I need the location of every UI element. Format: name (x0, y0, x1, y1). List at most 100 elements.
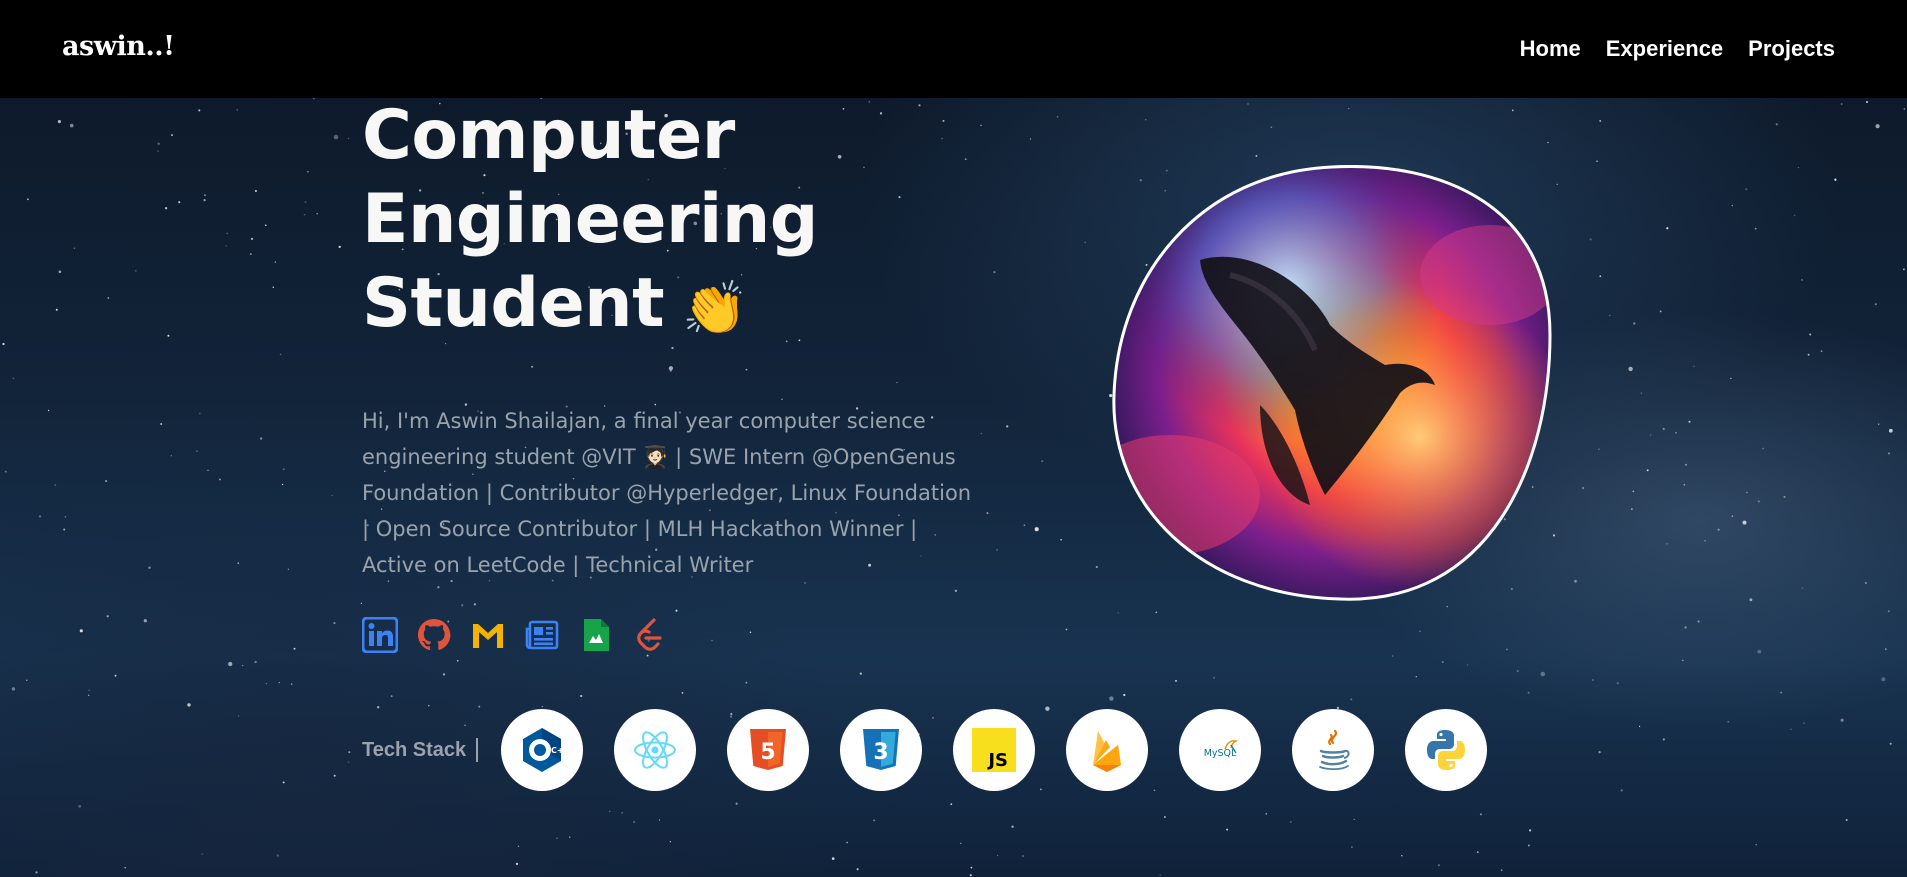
star (1467, 664, 1469, 666)
star (1801, 279, 1803, 281)
star (531, 365, 534, 368)
star (178, 201, 181, 204)
star (1845, 818, 1848, 822)
star (1757, 649, 1762, 654)
star (47, 409, 50, 412)
star (517, 845, 520, 848)
tech-badge-css3: 3 (840, 709, 923, 791)
star (105, 480, 108, 483)
hero-title-line-3-text: Student (362, 264, 665, 343)
star (201, 853, 203, 855)
star (1599, 119, 1602, 122)
star (347, 137, 350, 140)
star (863, 166, 865, 169)
mysql-icon: MySQL (1204, 740, 1239, 759)
star (993, 270, 996, 274)
star (1807, 353, 1810, 356)
star (1754, 227, 1757, 230)
star (1688, 420, 1691, 423)
star (1840, 718, 1844, 722)
star (204, 194, 206, 197)
star (1616, 681, 1619, 685)
star (348, 751, 351, 754)
star (203, 199, 206, 202)
star (170, 455, 172, 457)
tech-stack-row: Tech Stack C++ 5 3 JS MySQL (362, 709, 1488, 791)
star (1476, 851, 1479, 853)
star (668, 366, 674, 371)
star (1746, 491, 1748, 494)
star (1809, 333, 1812, 336)
star (1633, 322, 1636, 325)
star (278, 681, 280, 684)
star (1265, 813, 1267, 815)
star (1574, 579, 1577, 583)
star (868, 101, 871, 103)
star (282, 781, 285, 784)
star (621, 812, 624, 814)
star (228, 661, 233, 667)
star (1888, 452, 1890, 455)
star (478, 705, 481, 708)
nav-experience-link[interactable]: Experience (1606, 36, 1723, 62)
star (1727, 720, 1730, 723)
star (1659, 310, 1662, 313)
leetcode-icon[interactable] (632, 617, 668, 653)
star (970, 866, 973, 869)
star (1163, 816, 1166, 818)
star (1419, 630, 1421, 632)
resume-file-icon[interactable] (578, 617, 614, 653)
star (986, 512, 989, 515)
star (1022, 855, 1024, 857)
star (1640, 392, 1642, 394)
star (333, 134, 339, 140)
star (157, 150, 159, 153)
nav-projects-link[interactable]: Projects (1748, 36, 1835, 62)
star (1681, 659, 1684, 662)
python-icon (1427, 730, 1466, 770)
nav-home-link[interactable]: Home (1520, 36, 1581, 62)
star (461, 604, 464, 607)
star (1675, 432, 1677, 434)
brand-logo[interactable]: aswin..! (62, 31, 175, 62)
star (333, 622, 336, 625)
star (26, 679, 28, 681)
star (1479, 813, 1482, 816)
star (1084, 241, 1086, 244)
star (1415, 676, 1417, 678)
star (347, 761, 350, 763)
star (711, 639, 713, 642)
star (1662, 738, 1665, 741)
star (1755, 844, 1757, 846)
star (1650, 434, 1652, 436)
newspaper-icon[interactable] (524, 617, 560, 653)
star (254, 189, 257, 193)
star (331, 494, 333, 497)
star (1646, 469, 1649, 472)
html5-icon-text: 5 (760, 740, 775, 765)
star (859, 672, 862, 675)
star (107, 297, 110, 299)
star (1159, 874, 1161, 876)
hero-title-line-2: Engineering (362, 180, 818, 259)
github-icon[interactable] (416, 617, 452, 653)
linkedin-icon[interactable] (362, 617, 398, 653)
star (1803, 722, 1805, 724)
star (73, 247, 76, 249)
star (1903, 108, 1906, 110)
star (1401, 855, 1403, 857)
star (259, 437, 263, 440)
star (1023, 524, 1026, 527)
star (264, 224, 267, 227)
star (1684, 626, 1687, 629)
star (608, 810, 611, 813)
star (954, 589, 958, 592)
navbar: aswin..! Home Experience Projects (0, 0, 1907, 98)
star (1029, 138, 1032, 140)
star (437, 586, 440, 589)
star (1662, 427, 1665, 430)
star (1552, 534, 1556, 537)
star (831, 857, 835, 860)
gmail-icon[interactable] (470, 617, 506, 653)
star (199, 412, 201, 415)
